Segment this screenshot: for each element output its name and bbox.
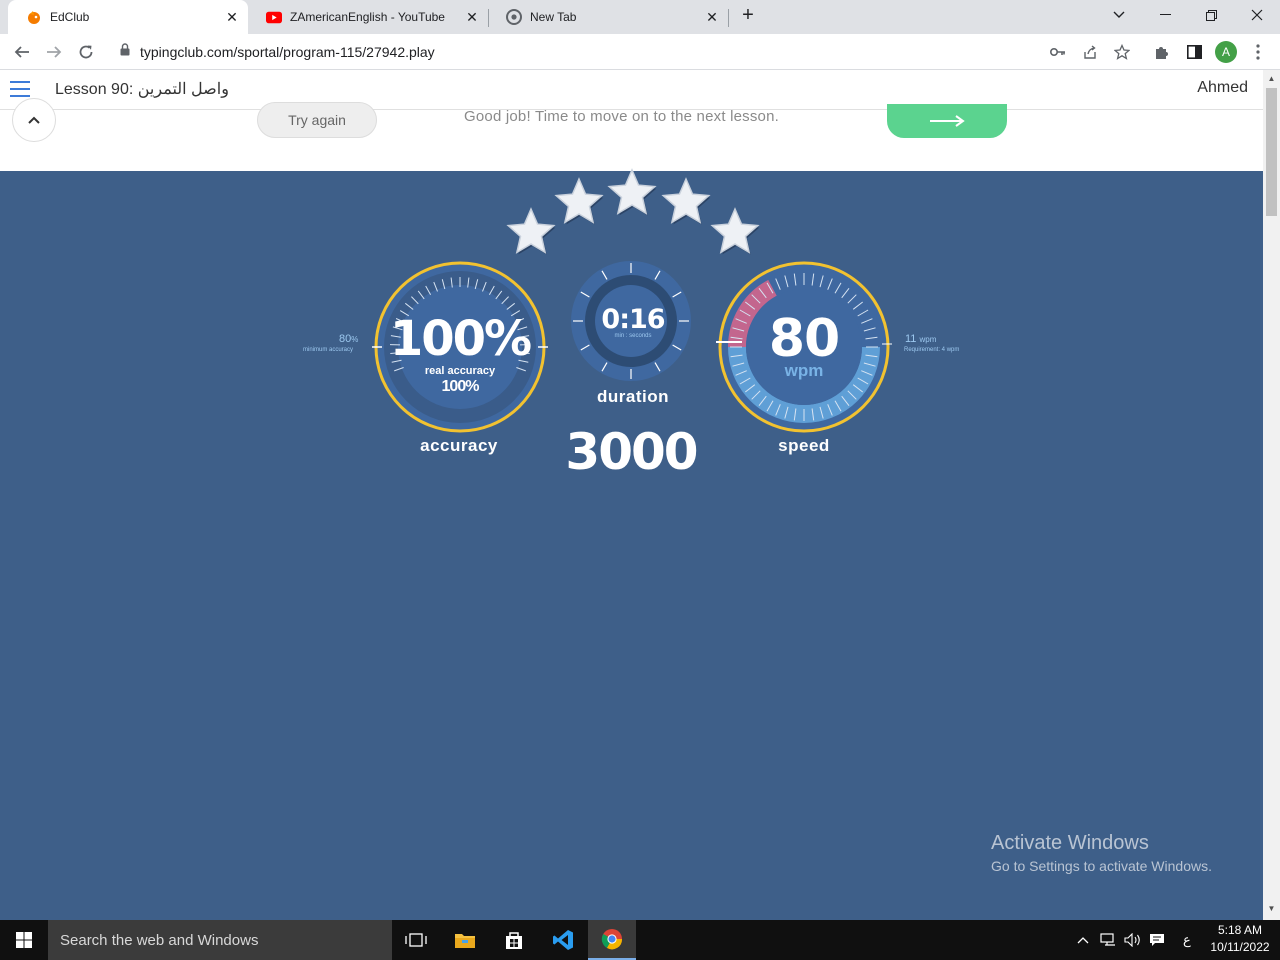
back-arrow-icon[interactable]	[10, 40, 34, 64]
taskbar-search-box[interactable]: Search the web and Windows	[48, 920, 392, 960]
star-icon	[554, 177, 604, 225]
notifications-icon[interactable]	[1149, 920, 1165, 960]
volume-icon[interactable]	[1124, 920, 1142, 960]
taskbar-clock[interactable]: 5:18 AM 10/11/2022	[1206, 922, 1274, 956]
minimize-window-icon[interactable]	[1142, 0, 1188, 30]
clock-date: 10/11/2022	[1210, 940, 1270, 954]
profile-avatar[interactable]: A	[1215, 41, 1237, 63]
tray-chevron-up-icon[interactable]	[1077, 920, 1089, 960]
result-action-bar: Try again Good job! Time to move on to t…	[0, 98, 1263, 171]
windows-start-icon[interactable]	[0, 920, 48, 960]
lesson-score: 3000	[565, 423, 698, 481]
scrollbar-thumb[interactable]	[1266, 88, 1277, 216]
next-lesson-button[interactable]	[887, 104, 1007, 138]
speed-side-unit: wpm	[919, 335, 937, 344]
right-arrow-icon	[930, 115, 965, 127]
edclub-favicon-icon	[26, 9, 42, 25]
real-accuracy-value: 100%	[441, 378, 480, 395]
lock-icon[interactable]	[120, 43, 130, 61]
speed-unit: wpm	[784, 361, 824, 380]
windows-taskbar: Search the web and Windows ع 5:18 AM 10/…	[0, 920, 1280, 960]
activate-windows-subtitle: Go to Settings to activate Windows.	[991, 858, 1212, 874]
key-icon[interactable]	[1048, 42, 1068, 62]
accuracy-value: 100%	[389, 311, 532, 367]
restore-window-icon[interactable]	[1188, 0, 1234, 30]
reload-icon[interactable]	[74, 40, 98, 64]
tab-separator	[728, 9, 729, 27]
speed-side-number: 11	[905, 333, 917, 345]
lesson-title: Lesson 90: واصل التمرين	[55, 81, 229, 98]
star-icon	[710, 207, 760, 255]
tab-new-tab[interactable]: New Tab ✕	[488, 0, 728, 34]
star-icon	[607, 168, 657, 216]
page-scrollbar[interactable]: ▲ ▼	[1263, 70, 1280, 920]
tab-title: New Tab	[530, 10, 577, 24]
close-tab-icon[interactable]: ✕	[464, 9, 480, 26]
speed-label: speed	[778, 436, 830, 455]
forward-arrow-icon[interactable]	[42, 40, 66, 64]
extensions-puzzle-icon[interactable]	[1152, 42, 1172, 62]
real-accuracy-label: real accuracy	[424, 365, 496, 377]
minimum-accuracy-label: minimum accuracy	[303, 347, 354, 353]
new-tab-plus-icon[interactable]: +	[737, 5, 759, 27]
youtube-favicon-icon	[266, 9, 282, 25]
tab-search-chevron-icon[interactable]	[1096, 0, 1142, 30]
speed-side-value: 11 wpm	[905, 333, 936, 345]
share-icon[interactable]	[1080, 42, 1100, 62]
chrome-menu-kebab-icon[interactable]	[1248, 42, 1268, 62]
vscode-icon[interactable]	[539, 920, 587, 960]
tab-youtube[interactable]: ZAmericanEnglish - YouTube ✕	[248, 0, 488, 34]
minimum-accuracy-value: 80%	[339, 333, 358, 345]
lesson-stats-panel: 100% real accuracy 100% accuracy 80% min…	[0, 168, 1263, 920]
tab-edclub[interactable]: EdClub ✕	[8, 0, 248, 34]
tab-title: EdClub	[50, 10, 90, 24]
browser-toolbar: typingclub.com/sportal/program-115/27942…	[0, 34, 1280, 70]
activate-windows-title: Activate Windows	[991, 832, 1149, 854]
accuracy-label: accuracy	[420, 436, 498, 455]
file-explorer-icon[interactable]	[441, 920, 489, 960]
user-name[interactable]: Ahmed	[1197, 79, 1248, 97]
input-language-indicator[interactable]: ع	[1183, 920, 1191, 960]
store-icon[interactable]	[490, 920, 538, 960]
star-icon	[661, 177, 711, 225]
tab-title: ZAmericanEnglish - YouTube	[290, 10, 445, 24]
result-message: Good job! Time to move on to the next le…	[464, 108, 780, 125]
taskbar-search-placeholder: Search the web and Windows	[60, 931, 259, 949]
network-icon[interactable]	[1100, 920, 1118, 960]
close-tab-icon[interactable]: ✕	[224, 9, 240, 26]
bookmark-star-icon[interactable]	[1112, 42, 1132, 62]
star-icon	[506, 207, 556, 255]
clock-time: 5:18 AM	[1217, 923, 1263, 937]
duration-value: 0:16	[601, 304, 665, 335]
speed-value: 80	[768, 309, 840, 369]
chrome-favicon-icon	[506, 9, 522, 25]
min-accuracy-unit: %	[351, 335, 359, 344]
chrome-icon[interactable]	[588, 920, 636, 960]
collapse-chevron-up-icon[interactable]	[12, 98, 56, 142]
duration-label: duration	[597, 387, 669, 406]
scroll-up-arrow-icon[interactable]: ▲	[1267, 74, 1276, 83]
scroll-down-arrow-icon[interactable]: ▼	[1267, 904, 1276, 913]
browser-tab-strip: EdClub ✕ ZAmericanEnglish - YouTube ✕ Ne…	[0, 0, 1280, 34]
try-again-button[interactable]: Try again	[257, 102, 377, 138]
speed-requirement-label: Requirement: 4 wpm	[904, 347, 960, 353]
lesson-header: Lesson 90: واصل التمرين Ahmed	[0, 70, 1263, 110]
min-accuracy-number: 80	[339, 333, 352, 345]
address-bar[interactable]: typingclub.com/sportal/program-115/27942…	[108, 37, 1140, 67]
hamburger-menu-icon[interactable]	[10, 81, 30, 97]
task-view-icon[interactable]	[392, 920, 440, 960]
side-panel-icon[interactable]	[1184, 42, 1204, 62]
close-window-icon[interactable]	[1234, 0, 1280, 30]
duration-unit-label: min : seconds	[614, 333, 652, 339]
url-text[interactable]: typingclub.com/sportal/program-115/27942…	[140, 44, 435, 60]
close-tab-icon[interactable]: ✕	[704, 9, 720, 26]
